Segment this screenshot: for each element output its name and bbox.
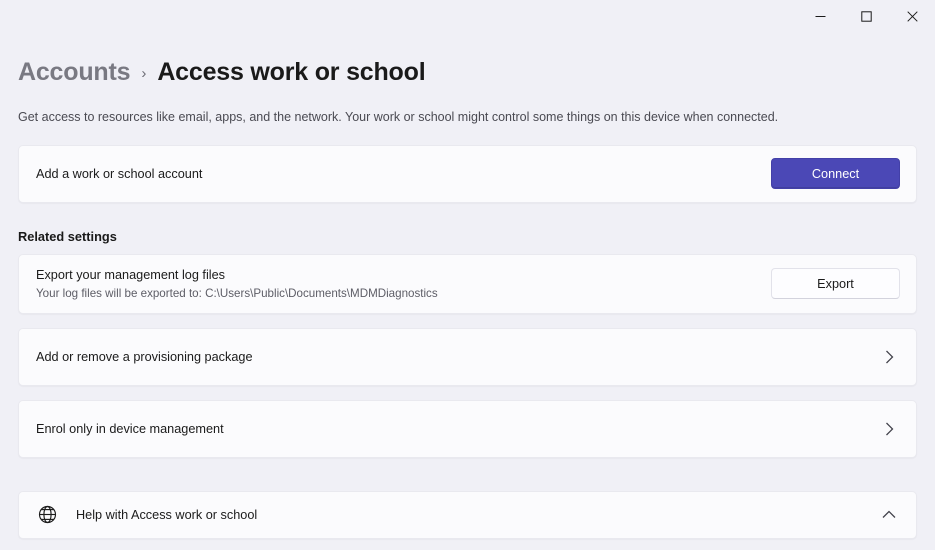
device-management-enrol-row[interactable]: Enrol only in device management <box>18 399 917 458</box>
maximize-icon <box>860 10 872 22</box>
connect-button[interactable]: Connect <box>771 158 900 190</box>
breadcrumb-parent-accounts[interactable]: Accounts <box>18 58 131 87</box>
export-button[interactable]: Export <box>771 268 900 300</box>
add-account-text: Add a work or school account <box>36 166 771 183</box>
related-settings-heading: Related settings <box>18 228 117 244</box>
page-title: Access work or school <box>157 57 426 86</box>
settings-page: Accounts › Access work or school Get acc… <box>0 56 935 539</box>
add-account-label: Add a work or school account <box>36 166 203 181</box>
provisioning-package-row[interactable]: Add or remove a provisioning package <box>18 327 917 386</box>
page-description: Get access to resources like email, apps… <box>18 110 779 124</box>
chevron-up-icon[interactable] <box>878 510 900 519</box>
device-management-enrol-label: Enrol only in device management <box>36 421 224 436</box>
export-log-files-label: Export your management log files <box>36 267 225 282</box>
breadcrumb: Accounts › Access work or school <box>18 56 917 88</box>
provisioning-package-label: Add or remove a provisioning package <box>36 349 253 364</box>
export-path-label: Your log files will be exported to: C:\U… <box>36 287 438 301</box>
breadcrumb-separator-icon: › <box>141 65 147 82</box>
chevron-right-icon <box>878 422 900 436</box>
chevron-right-icon <box>878 350 900 364</box>
maximize-button[interactable] <box>843 0 889 32</box>
device-management-enrol-text: Enrol only in device management <box>36 421 878 438</box>
minimize-button[interactable] <box>797 0 843 32</box>
provisioning-package-text: Add or remove a provisioning package <box>36 349 878 366</box>
help-section-card[interactable]: Help with Access work or school <box>18 490 917 539</box>
minimize-icon <box>815 15 825 17</box>
close-button[interactable] <box>889 0 935 32</box>
add-account-card: Add a work or school account Connect <box>18 144 917 203</box>
help-section-label: Help with Access work or school <box>76 507 258 522</box>
close-icon <box>906 10 918 22</box>
globe-icon <box>36 504 58 526</box>
export-log-files-text: Export your management log files Your lo… <box>36 267 771 302</box>
export-log-files-card: Export your management log files Your lo… <box>18 253 917 314</box>
window-title-bar <box>0 0 935 32</box>
